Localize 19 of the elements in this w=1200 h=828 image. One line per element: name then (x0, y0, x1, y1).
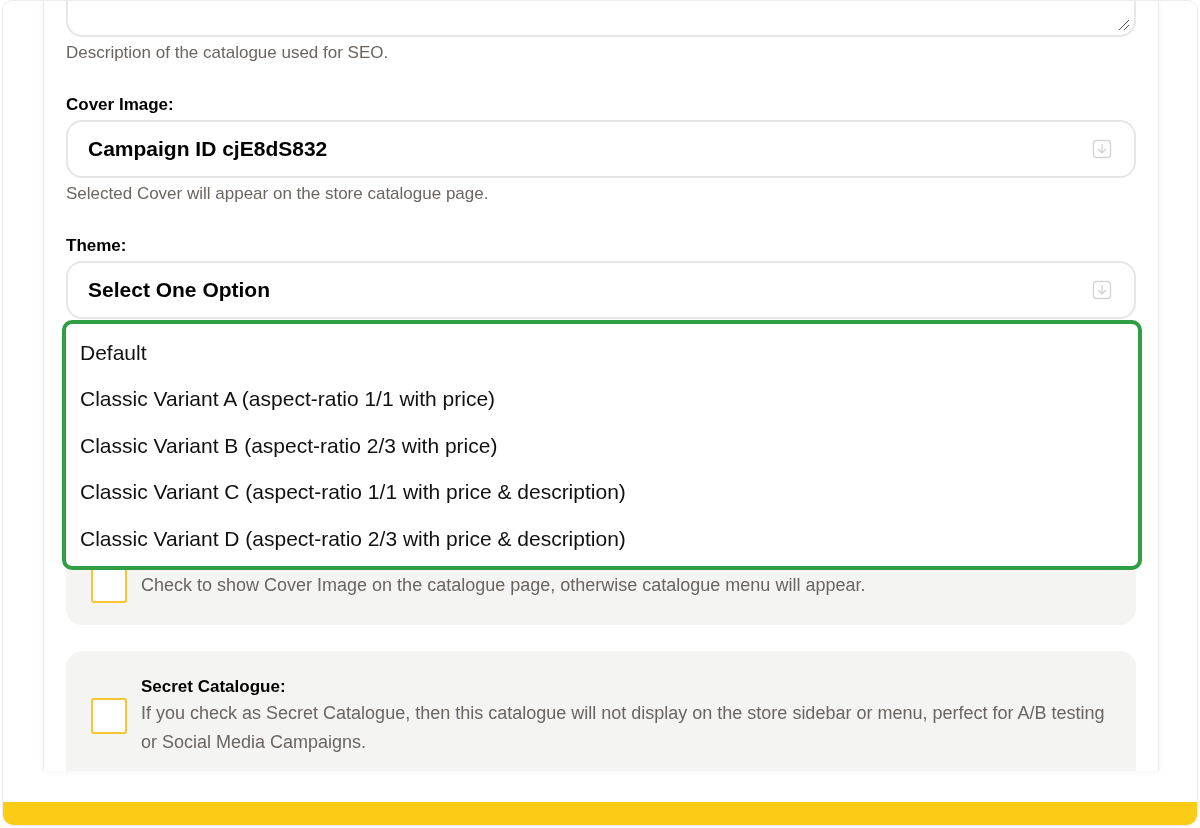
arrow-down-icon (1092, 139, 1112, 159)
checkbox-title: Secret Catalogue: (141, 676, 287, 698)
arrow-down-icon (1092, 280, 1112, 300)
field-label: Cover Image: (66, 93, 175, 116)
dropdown-option[interactable]: Default (80, 329, 1124, 376)
dropdown-option[interactable]: Classic Variant D (aspect-ratio 2/3 with price & description) (80, 515, 1124, 562)
field-label: Theme: (66, 234, 128, 257)
theme-select[interactable]: Select One Option (66, 261, 1136, 319)
dropdown-option[interactable]: Classic Variant A (aspect-ratio 1/1 with price) (80, 375, 1124, 422)
dropdown-option[interactable]: Classic Variant B (aspect-ratio 2/3 with price) (80, 422, 1124, 469)
description-textarea[interactable] (66, 1, 1136, 37)
checkbox-description: If you check as Secret Catalogue, then this catalogue will not display on the store sidebar or menu, perfect for A/B testing or Social Media Campaigns. (141, 702, 1106, 754)
checkbox[interactable] (91, 698, 127, 734)
cover-image-select[interactable]: Campaign ID cjE8dS832 (66, 120, 1136, 178)
resize-handle-icon (1118, 19, 1130, 31)
help-text: Description of the catalogue used for SEO. (66, 42, 390, 64)
help-text: Selected Cover will appear on the store catalogue page. (66, 183, 490, 205)
checkbox-description: Check to show Cover Image on the catalogue page, otherwise catalogue menu will appear. (141, 573, 866, 597)
dropdown-option[interactable]: Classic Variant C (aspect-ratio 1/1 with price & description) (80, 468, 1124, 515)
